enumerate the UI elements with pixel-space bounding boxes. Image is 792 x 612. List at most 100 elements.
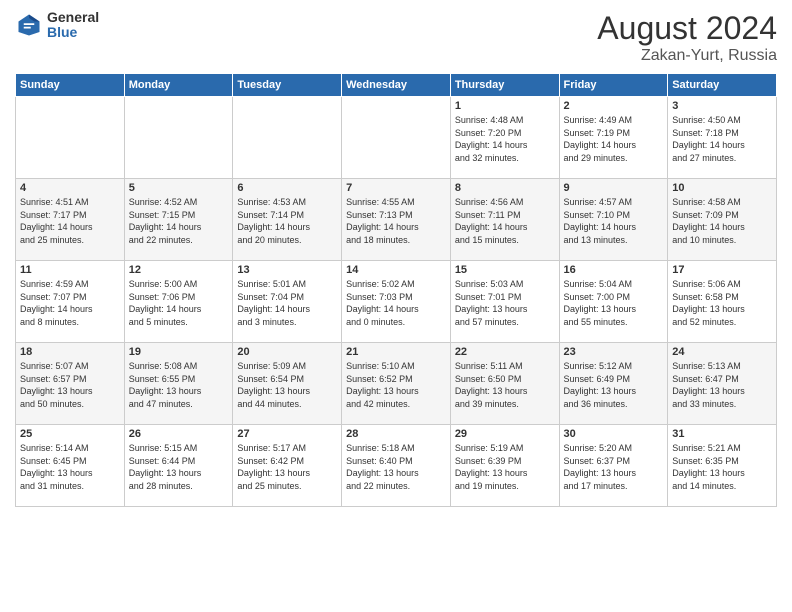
day-number: 11	[20, 264, 120, 276]
day-cell: 10 Sunrise: 4:58 AM Sunset: 7:09 PM Dayli…	[668, 179, 777, 261]
day-info: Sunrise: 5:15 AM Sunset: 6:44 PM Dayligh…	[129, 442, 229, 492]
day-number: 5	[129, 182, 229, 194]
sub-title: Zakan-Yurt, Russia	[597, 47, 777, 65]
day-cell: 6 Sunrise: 4:53 AM Sunset: 7:14 PM Daylig…	[233, 179, 342, 261]
day-cell	[124, 97, 233, 179]
day-info: Sunrise: 4:59 AM Sunset: 7:07 PM Dayligh…	[20, 278, 120, 328]
day-number: 4	[20, 182, 120, 194]
day-number: 20	[237, 346, 337, 358]
day-info: Sunrise: 4:51 AM Sunset: 7:17 PM Dayligh…	[20, 196, 120, 246]
day-number: 10	[672, 182, 772, 194]
day-info: Sunrise: 5:11 AM Sunset: 6:50 PM Dayligh…	[455, 360, 555, 410]
day-number: 1	[455, 100, 555, 112]
day-info: Sunrise: 5:04 AM Sunset: 7:00 PM Dayligh…	[564, 278, 664, 328]
day-number: 29	[455, 428, 555, 440]
day-cell	[16, 97, 125, 179]
day-info: Sunrise: 4:56 AM Sunset: 7:11 PM Dayligh…	[455, 196, 555, 246]
day-info: Sunrise: 5:19 AM Sunset: 6:39 PM Dayligh…	[455, 442, 555, 492]
day-cell: 26 Sunrise: 5:15 AM Sunset: 6:44 PM Dayli…	[124, 425, 233, 507]
day-number: 12	[129, 264, 229, 276]
day-info: Sunrise: 4:53 AM Sunset: 7:14 PM Dayligh…	[237, 196, 337, 246]
day-info: Sunrise: 5:02 AM Sunset: 7:03 PM Dayligh…	[346, 278, 446, 328]
day-info: Sunrise: 4:55 AM Sunset: 7:13 PM Dayligh…	[346, 196, 446, 246]
day-cell: 16 Sunrise: 5:04 AM Sunset: 7:00 PM Dayli…	[559, 261, 668, 343]
day-cell: 3Sunrise: 4:50 AM Sunset: 7:18 PM Daylig…	[668, 97, 777, 179]
day-number: 16	[564, 264, 664, 276]
logo-general-text: General	[47, 10, 99, 25]
day-number: 9	[564, 182, 664, 194]
page: General Blue August 2024 Zakan-Yurt, Rus…	[0, 0, 792, 612]
day-cell: 7Sunrise: 4:55 AM Sunset: 7:13 PM Daylig…	[342, 179, 451, 261]
week-row-1: 4 Sunrise: 4:51 AM Sunset: 7:17 PM Daylig…	[16, 179, 777, 261]
day-info: Sunrise: 5:12 AM Sunset: 6:49 PM Dayligh…	[564, 360, 664, 410]
day-info: Sunrise: 5:09 AM Sunset: 6:54 PM Dayligh…	[237, 360, 337, 410]
week-row-2: 11 Sunrise: 4:59 AM Sunset: 7:07 PM Dayli…	[16, 261, 777, 343]
day-cell: 11 Sunrise: 4:59 AM Sunset: 7:07 PM Dayli…	[16, 261, 125, 343]
day-cell: 12 Sunrise: 5:00 AM Sunset: 7:06 PM Dayli…	[124, 261, 233, 343]
day-number: 31	[672, 428, 772, 440]
day-number: 2	[564, 100, 664, 112]
day-cell	[342, 97, 451, 179]
day-info: Sunrise: 4:50 AM Sunset: 7:18 PM Dayligh…	[672, 114, 772, 164]
logo-text: General Blue	[47, 10, 99, 41]
day-cell: 21Sunrise: 5:10 AM Sunset: 6:52 PM Dayli…	[342, 343, 451, 425]
col-monday: Monday	[124, 74, 233, 97]
day-number: 15	[455, 264, 555, 276]
logo-icon	[15, 11, 43, 39]
day-cell: 18 Sunrise: 5:07 AM Sunset: 6:57 PM Dayli…	[16, 343, 125, 425]
day-cell	[233, 97, 342, 179]
day-number: 19	[129, 346, 229, 358]
calendar-table: Sunday Monday Tuesday Wednesday Thursday…	[15, 73, 777, 507]
day-number: 21	[346, 346, 446, 358]
day-cell: 4 Sunrise: 4:51 AM Sunset: 7:17 PM Daylig…	[16, 179, 125, 261]
day-number: 23	[564, 346, 664, 358]
week-row-0: 1Sunrise: 4:48 AM Sunset: 7:20 PM Daylig…	[16, 97, 777, 179]
week-row-3: 18 Sunrise: 5:07 AM Sunset: 6:57 PM Dayli…	[16, 343, 777, 425]
day-number: 25	[20, 428, 120, 440]
day-number: 28	[346, 428, 446, 440]
day-cell: 27Sunrise: 5:17 AM Sunset: 6:42 PM Dayli…	[233, 425, 342, 507]
col-saturday: Saturday	[668, 74, 777, 97]
day-number: 22	[455, 346, 555, 358]
day-cell: 31Sunrise: 5:21 AM Sunset: 6:35 PM Dayli…	[668, 425, 777, 507]
day-info: Sunrise: 4:52 AM Sunset: 7:15 PM Dayligh…	[129, 196, 229, 246]
day-info: Sunrise: 5:13 AM Sunset: 6:47 PM Dayligh…	[672, 360, 772, 410]
day-number: 6	[237, 182, 337, 194]
day-cell: 1Sunrise: 4:48 AM Sunset: 7:20 PM Daylig…	[450, 97, 559, 179]
day-info: Sunrise: 5:00 AM Sunset: 7:06 PM Dayligh…	[129, 278, 229, 328]
day-cell: 25Sunrise: 5:14 AM Sunset: 6:45 PM Dayli…	[16, 425, 125, 507]
day-number: 18	[20, 346, 120, 358]
day-cell: 29 Sunrise: 5:19 AM Sunset: 6:39 PM Dayli…	[450, 425, 559, 507]
day-number: 8	[455, 182, 555, 194]
day-cell: 17Sunrise: 5:06 AM Sunset: 6:58 PM Dayli…	[668, 261, 777, 343]
day-info: Sunrise: 4:57 AM Sunset: 7:10 PM Dayligh…	[564, 196, 664, 246]
day-info: Sunrise: 4:58 AM Sunset: 7:09 PM Dayligh…	[672, 196, 772, 246]
calendar-body: 1Sunrise: 4:48 AM Sunset: 7:20 PM Daylig…	[16, 97, 777, 507]
day-info: Sunrise: 5:06 AM Sunset: 6:58 PM Dayligh…	[672, 278, 772, 328]
day-info: Sunrise: 5:03 AM Sunset: 7:01 PM Dayligh…	[455, 278, 555, 328]
day-cell: 28 Sunrise: 5:18 AM Sunset: 6:40 PM Dayli…	[342, 425, 451, 507]
col-sunday: Sunday	[16, 74, 125, 97]
week-row-4: 25Sunrise: 5:14 AM Sunset: 6:45 PM Dayli…	[16, 425, 777, 507]
col-tuesday: Tuesday	[233, 74, 342, 97]
day-info: Sunrise: 4:49 AM Sunset: 7:19 PM Dayligh…	[564, 114, 664, 164]
day-cell: 22 Sunrise: 5:11 AM Sunset: 6:50 PM Dayli…	[450, 343, 559, 425]
header-row: Sunday Monday Tuesday Wednesday Thursday…	[16, 74, 777, 97]
col-thursday: Thursday	[450, 74, 559, 97]
day-info: Sunrise: 5:08 AM Sunset: 6:55 PM Dayligh…	[129, 360, 229, 410]
day-number: 14	[346, 264, 446, 276]
logo: General Blue	[15, 10, 99, 41]
title-block: August 2024 Zakan-Yurt, Russia	[597, 10, 777, 65]
day-info: Sunrise: 5:07 AM Sunset: 6:57 PM Dayligh…	[20, 360, 120, 410]
day-info: Sunrise: 5:01 AM Sunset: 7:04 PM Dayligh…	[237, 278, 337, 328]
calendar-header: Sunday Monday Tuesday Wednesday Thursday…	[16, 74, 777, 97]
day-cell: 13Sunrise: 5:01 AM Sunset: 7:04 PM Dayli…	[233, 261, 342, 343]
day-cell: 9 Sunrise: 4:57 AM Sunset: 7:10 PM Daylig…	[559, 179, 668, 261]
day-info: Sunrise: 5:17 AM Sunset: 6:42 PM Dayligh…	[237, 442, 337, 492]
day-number: 26	[129, 428, 229, 440]
day-cell: 23 Sunrise: 5:12 AM Sunset: 6:49 PM Dayli…	[559, 343, 668, 425]
day-cell: 15 Sunrise: 5:03 AM Sunset: 7:01 PM Dayli…	[450, 261, 559, 343]
day-cell: 2 Sunrise: 4:49 AM Sunset: 7:19 PM Daylig…	[559, 97, 668, 179]
day-cell: 19 Sunrise: 5:08 AM Sunset: 6:55 PM Dayli…	[124, 343, 233, 425]
day-info: Sunrise: 5:18 AM Sunset: 6:40 PM Dayligh…	[346, 442, 446, 492]
